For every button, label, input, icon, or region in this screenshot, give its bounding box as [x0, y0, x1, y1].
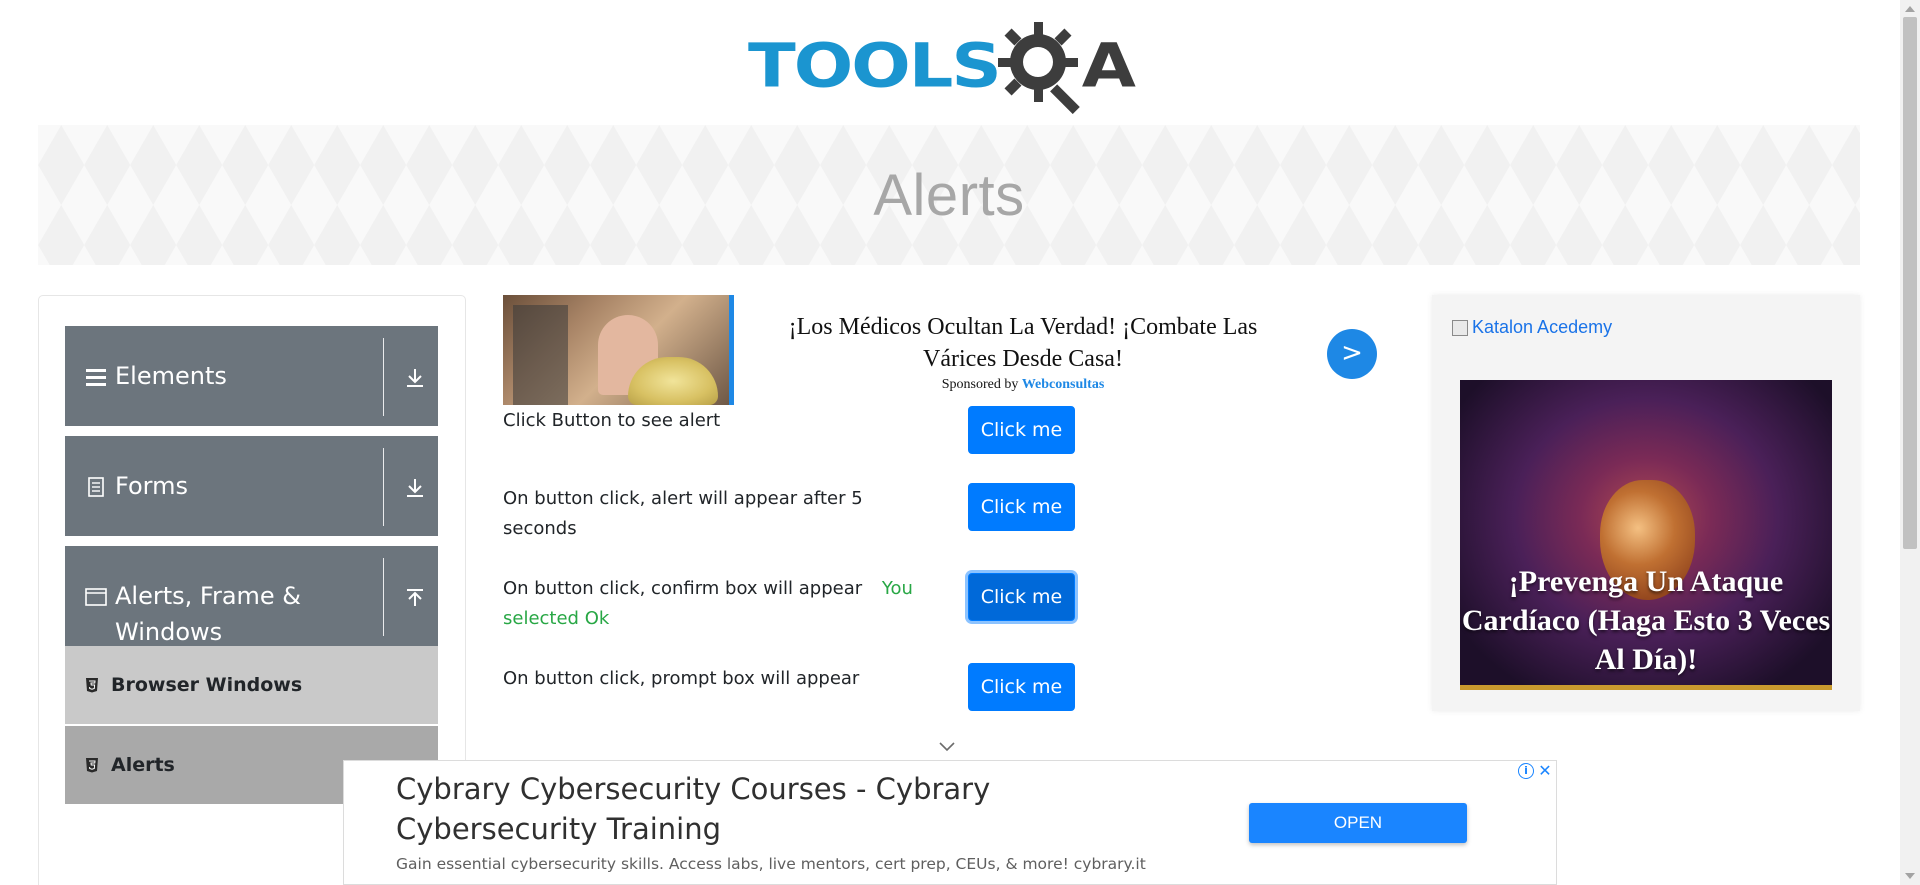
scroll-thumb[interactable] [1903, 17, 1917, 549]
gear-magnifier-icon [997, 22, 1080, 114]
sidebar-group-label: Forms [115, 472, 188, 500]
toolsqa-logo[interactable]: TOOLS A [748, 18, 1154, 114]
sponsored-ad-bottom[interactable]: Cybrary Cybersecurity Courses - Cybrary … [343, 760, 1557, 885]
ad-next-button[interactable]: > [1327, 329, 1377, 379]
alert-button[interactable]: Click me [968, 406, 1075, 454]
broken-image-icon [1452, 319, 1468, 336]
confirm-result-line2: selected Ok [503, 608, 610, 629]
prompt-button[interactable]: Click me [968, 663, 1075, 711]
sidebar-item-label: Alerts [111, 754, 175, 776]
ad-image[interactable] [503, 295, 734, 405]
sponsored-ad-top[interactable]: ¡Los Médicos Ocultan La Verdad! ¡Combate… [503, 295, 1379, 405]
broken-image-alt: Katalon Acedemy [1472, 317, 1613, 337]
close-icon[interactable]: ✕ [1537, 763, 1553, 779]
upload-arrow-icon[interactable] [403, 586, 427, 610]
broken-image-link[interactable]: Katalon Acedemy [1452, 317, 1612, 338]
divider [383, 448, 384, 526]
vertical-scrollbar[interactable] [1900, 0, 1920, 885]
window-icon [85, 588, 107, 606]
sidebar-group-label: Elements [115, 362, 227, 390]
html5-icon [86, 758, 98, 773]
html5-icon [86, 678, 98, 693]
ad-sponsor-name[interactable]: Webconsultas [1022, 377, 1104, 392]
sidebar-item-label: Browser Windows [111, 674, 303, 696]
scroll-up-arrow-icon[interactable] [1905, 6, 1915, 12]
ad-bottom-title[interactable]: Cybrary Cybersecurity Courses - Cybrary … [396, 769, 1116, 849]
ad-open-button[interactable]: OPEN [1249, 803, 1467, 843]
confirm-result-line1: You [881, 578, 913, 599]
timer-alert-button[interactable]: Click me [968, 483, 1075, 531]
sponsored-ad-right[interactable]: Katalon Acedemy ¡Prevenga Un Ataque Card… [1432, 295, 1860, 711]
sidebar-group-label-line1: Alerts, Frame & [115, 582, 302, 610]
timer-alert-row-text-line2: seconds [503, 518, 577, 539]
page-banner: Alerts [38, 125, 1860, 265]
ad-bottom-description: Gain essential cybersecurity skills. Acc… [396, 855, 1146, 873]
logo-text-suffix: A [1081, 30, 1136, 102]
chevron-down-icon[interactable] [937, 740, 957, 754]
confirm-result-line2-wrap: selected Ok [503, 604, 609, 634]
divider [383, 338, 384, 416]
download-arrow-icon[interactable] [403, 476, 427, 500]
sidebar-group-alerts-frame-windows[interactable]: Alerts, Frame & Windows [65, 546, 438, 646]
page-title: Alerts [873, 162, 1025, 228]
ad-sponsor-prefix: Sponsored by [941, 377, 1019, 392]
ad-headline[interactable]: ¡Los Médicos Ocultan La Verdad! ¡Combate… [773, 311, 1273, 375]
confirm-button[interactable]: Click me [968, 573, 1075, 621]
document-icon [88, 477, 104, 497]
ad-image-chair [513, 305, 568, 405]
divider [383, 558, 384, 636]
prompt-row-text: On button click, prompt box will appear [503, 668, 860, 689]
timer-alert-row-text-line1: On button click, alert will appear after… [503, 488, 863, 509]
sidebar-group-forms[interactable]: Forms [65, 436, 438, 536]
scroll-down-arrow-icon[interactable] [1905, 873, 1915, 879]
hamburger-icon [86, 369, 106, 386]
sidebar-group-label-line2: Windows [115, 618, 223, 646]
ad-sponsor: Sponsored by Webconsultas [773, 377, 1273, 393]
sidebar-group-elements[interactable]: Elements [65, 326, 438, 426]
ad-photo[interactable]: ¡Prevenga Un Ataque Cardíaco (Haga Esto … [1460, 380, 1832, 690]
logo-text: TOOLS [748, 30, 1002, 102]
confirm-row-text: On button click, confirm box will appear… [503, 574, 913, 604]
ad-caption: ¡Prevenga Un Ataque Cardíaco (Haga Esto … [1461, 565, 1831, 676]
alert-row-text: Click Button to see alert [503, 410, 721, 431]
confirm-row-label: On button click, confirm box will appear [503, 578, 863, 599]
sidebar-item-browser-windows[interactable]: Browser Windows [65, 646, 438, 724]
download-arrow-icon[interactable] [403, 366, 427, 390]
info-icon[interactable]: i [1518, 763, 1534, 779]
